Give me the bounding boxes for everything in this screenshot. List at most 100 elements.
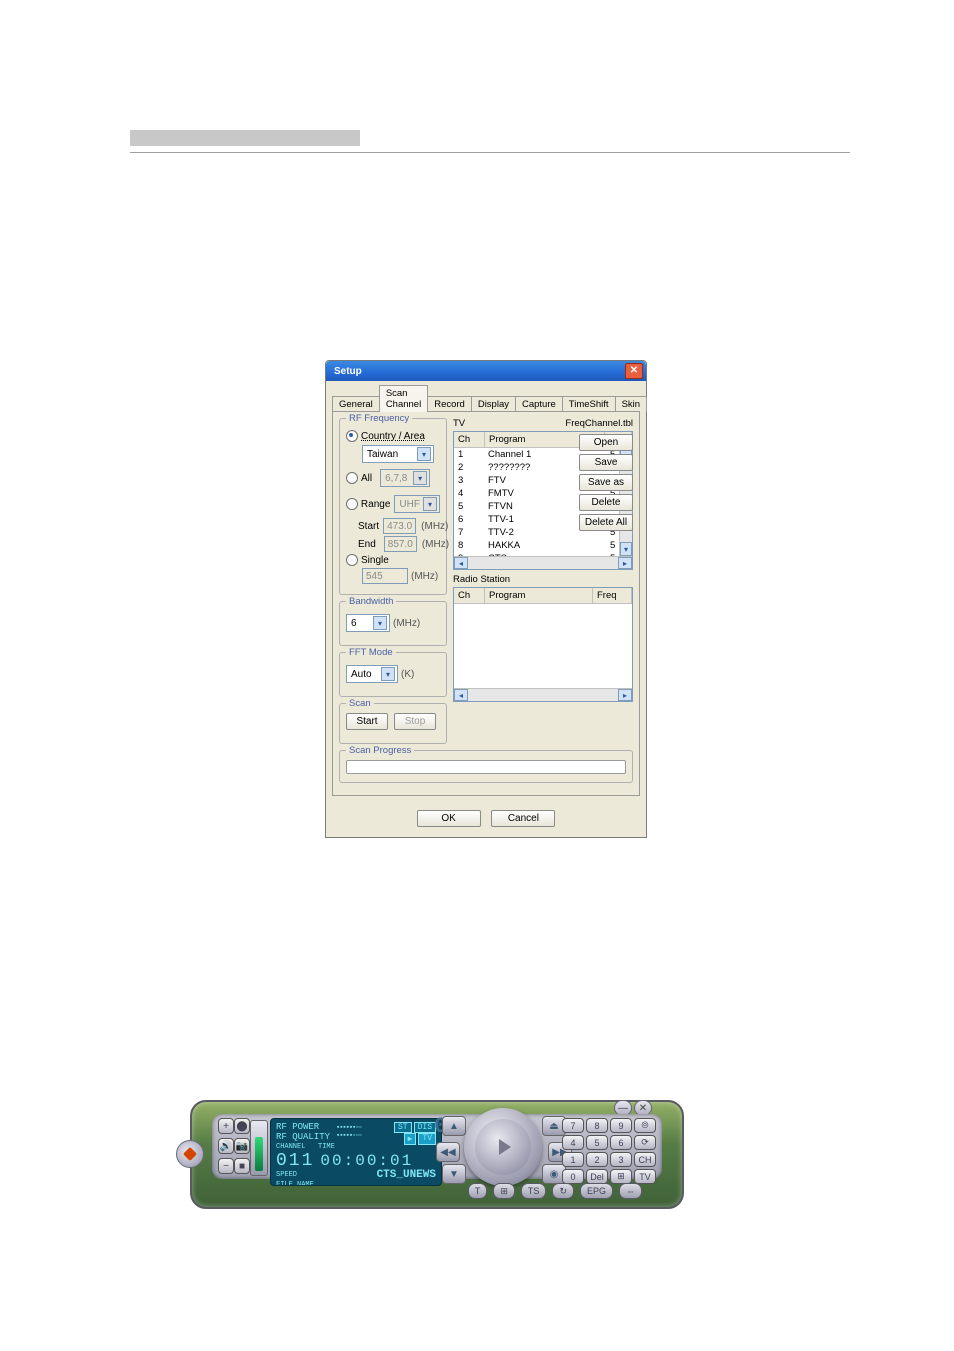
channel-file-label: FreqChannel.tbl bbox=[565, 418, 633, 429]
keypad-key[interactable]: 5 bbox=[586, 1135, 608, 1150]
end-label: End bbox=[358, 539, 376, 550]
keypad-key[interactable]: CH bbox=[634, 1152, 656, 1167]
keypad-key[interactable]: 7 bbox=[562, 1118, 584, 1133]
chevron-down-icon: ▾ bbox=[423, 497, 437, 511]
keypad-key[interactable]: 4 bbox=[562, 1135, 584, 1150]
scan-progress-group: Scan Progress bbox=[339, 750, 633, 783]
horizontal-rule bbox=[130, 152, 850, 153]
range-dropdown: UHF ▾ bbox=[394, 495, 440, 513]
stop-icon[interactable]: ■ bbox=[234, 1158, 250, 1174]
prev-icon[interactable]: ◀◀ bbox=[436, 1142, 460, 1162]
scroll-down-icon[interactable]: ▾ bbox=[620, 542, 632, 556]
tab-timeshift[interactable]: TimeShift bbox=[562, 396, 616, 412]
keypad-key[interactable]: 9 bbox=[610, 1118, 632, 1133]
col-freq[interactable]: Freq bbox=[593, 588, 632, 603]
play-dial[interactable] bbox=[464, 1108, 542, 1186]
radio-listbox[interactable]: Ch Program Freq ◂ ▸ bbox=[453, 587, 633, 702]
radio-country[interactable] bbox=[346, 430, 358, 442]
bottom-button[interactable]: TS bbox=[521, 1183, 547, 1199]
ok-button[interactable]: OK bbox=[417, 810, 481, 827]
col-ch[interactable]: Ch bbox=[454, 588, 485, 603]
tab-record[interactable]: Record bbox=[427, 396, 472, 412]
tab-general[interactable]: General bbox=[332, 396, 380, 412]
camera-icon[interactable]: 📷 bbox=[234, 1138, 250, 1154]
bottom-button[interactable]: ⇔ bbox=[619, 1183, 642, 1199]
scan-start-button[interactable]: Start bbox=[346, 713, 388, 730]
save-button[interactable]: Save bbox=[579, 454, 633, 471]
radio-all[interactable] bbox=[346, 472, 358, 484]
scan-group: Scan Start Stop bbox=[339, 703, 447, 744]
horizontal-scrollbar[interactable]: ◂ ▸ bbox=[454, 556, 632, 569]
cancel-button[interactable]: Cancel bbox=[491, 810, 555, 827]
fft-dropdown[interactable]: Auto ▾ bbox=[346, 665, 398, 683]
signal-bars-icon: ▪▪▪▪▪▪▫▫▪▪▪▪▪▫▫▫ bbox=[336, 1124, 362, 1140]
titlebar[interactable]: Setup ✕ bbox=[326, 361, 646, 381]
table-row[interactable]: 9CTS5 bbox=[454, 552, 632, 556]
scroll-right-icon[interactable]: ▸ bbox=[618, 689, 632, 701]
minus-icon[interactable]: − bbox=[218, 1158, 234, 1174]
tab-capture[interactable]: Capture bbox=[515, 396, 563, 412]
keypad-key[interactable]: ⊞ bbox=[610, 1169, 632, 1184]
keypad-key[interactable]: 3 bbox=[610, 1152, 632, 1167]
single-input: 545 bbox=[362, 568, 408, 584]
tab-skin[interactable]: Skin bbox=[615, 396, 647, 412]
start-input: 473.0 bbox=[383, 518, 416, 534]
horizontal-scrollbar[interactable]: ◂ ▸ bbox=[454, 688, 632, 701]
channel-number: 011 bbox=[276, 1151, 314, 1171]
bottom-button[interactable]: EPG bbox=[580, 1183, 613, 1199]
keypad-key[interactable]: 2 bbox=[586, 1152, 608, 1167]
move-handle-icon[interactable] bbox=[176, 1140, 204, 1168]
chevron-down-icon: ▾ bbox=[381, 667, 395, 681]
keypad-key[interactable]: 1 bbox=[562, 1152, 584, 1167]
bottom-button[interactable]: ↻ bbox=[552, 1183, 574, 1199]
bandwidth-value: 6 bbox=[351, 618, 357, 629]
country-label: Country / Area bbox=[361, 431, 425, 442]
radio-range[interactable] bbox=[346, 498, 358, 510]
bandwidth-dropdown[interactable]: 6 ▾ bbox=[346, 614, 390, 632]
time-caption: TIME bbox=[318, 1143, 335, 1151]
table-row[interactable]: 8HAKKA5 bbox=[454, 539, 632, 552]
keypad-key[interactable]: Del bbox=[586, 1169, 608, 1184]
bottom-button[interactable]: T bbox=[468, 1183, 488, 1199]
tab-scan-channel[interactable]: Scan Channel bbox=[379, 385, 428, 412]
fft-group: FFT Mode Auto ▾ (K) bbox=[339, 652, 447, 697]
tab-display[interactable]: Display bbox=[471, 396, 516, 412]
k-label: (K) bbox=[401, 669, 414, 680]
end-input: 857.0 bbox=[384, 536, 417, 552]
delete-button[interactable]: Delete bbox=[579, 494, 633, 511]
saveas-button[interactable]: Save as bbox=[579, 474, 633, 491]
vol-up-icon[interactable]: ▲ bbox=[442, 1116, 466, 1136]
scroll-left-icon[interactable]: ◂ bbox=[454, 557, 468, 569]
scroll-left-icon[interactable]: ◂ bbox=[454, 689, 468, 701]
close-icon[interactable]: ✕ bbox=[625, 363, 643, 379]
elapsed-time: 00:00:01 bbox=[320, 1152, 413, 1170]
deleteall-button[interactable]: Delete All bbox=[579, 514, 633, 531]
speaker-icon[interactable]: 🔊 bbox=[218, 1138, 234, 1154]
bottom-button[interactable]: ⊞ bbox=[493, 1183, 515, 1199]
country-value: Taiwan bbox=[367, 449, 398, 460]
keypad-key[interactable]: 8 bbox=[586, 1118, 608, 1133]
filename-caption: FILE NAME bbox=[276, 1181, 436, 1186]
file-buttons: Open Save Save as Delete Delete All bbox=[579, 434, 633, 534]
open-button[interactable]: Open bbox=[579, 434, 633, 451]
keypad-key[interactable]: 6 bbox=[610, 1135, 632, 1150]
plus-icon[interactable]: + bbox=[218, 1118, 234, 1134]
record-icon[interactable]: ⬤ bbox=[234, 1118, 250, 1134]
keypad-key[interactable]: TV bbox=[634, 1169, 656, 1184]
country-dropdown[interactable]: Taiwan ▾ bbox=[362, 445, 434, 463]
lcd-panel: RF POWER RF QUALITY ▪▪▪▪▪▪▫▫▪▪▪▪▪▫▫▫ ST … bbox=[270, 1118, 442, 1186]
rf-quality-label: RF QUALITY bbox=[276, 1132, 330, 1142]
col-ch[interactable]: Ch bbox=[454, 432, 485, 447]
scan-progressbar bbox=[346, 760, 626, 774]
keypad-key[interactable]: ⟳ bbox=[634, 1135, 656, 1150]
keypad-key[interactable]: ⦾ bbox=[634, 1118, 656, 1133]
volume-meter[interactable] bbox=[250, 1120, 268, 1176]
scroll-right-icon[interactable]: ▸ bbox=[618, 557, 632, 569]
rf-frequency-group: RF Frequency Country / Area Taiwan ▾ A bbox=[339, 418, 447, 595]
vol-down-icon[interactable]: ▼ bbox=[442, 1164, 466, 1184]
fft-legend: FFT Mode bbox=[346, 647, 396, 658]
radio-single[interactable] bbox=[346, 554, 358, 566]
keypad-key[interactable]: 0 bbox=[562, 1169, 584, 1184]
col-program[interactable]: Program bbox=[485, 588, 593, 603]
fft-value: Auto bbox=[351, 669, 372, 680]
